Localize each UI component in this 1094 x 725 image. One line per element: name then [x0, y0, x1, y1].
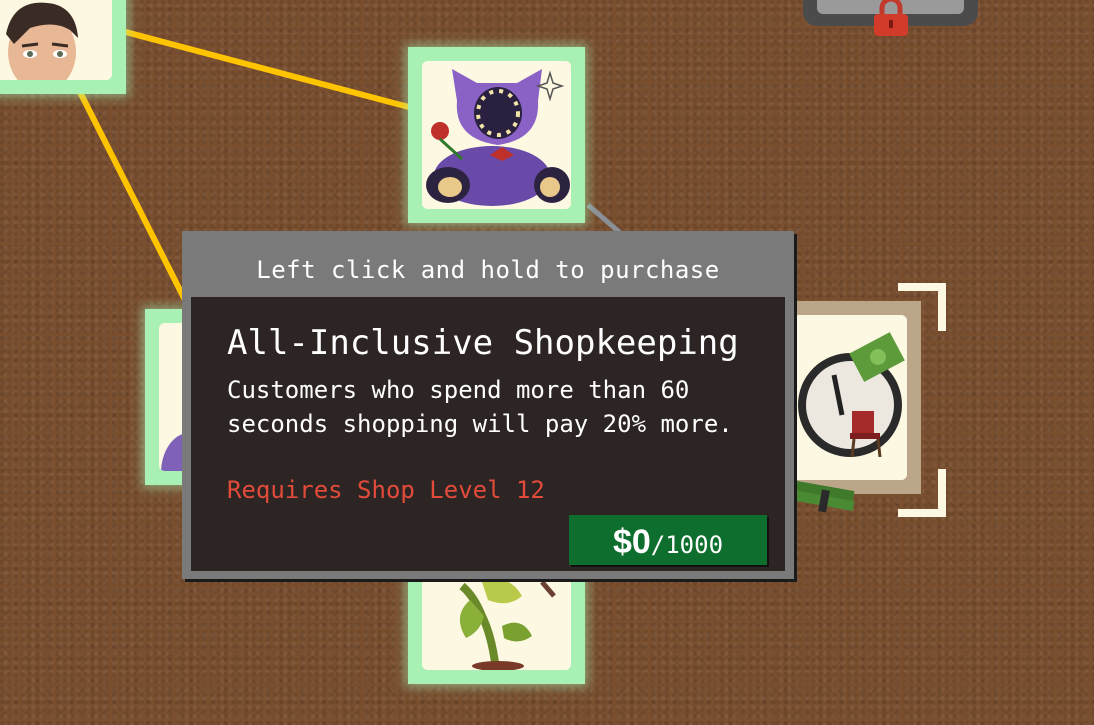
money-stack-icon — [795, 481, 855, 513]
man-face-icon — [0, 0, 112, 80]
purchase-button[interactable]: $0/1000 — [569, 515, 767, 565]
link-face-to-plush — [117, 27, 421, 113]
link-face-to-left-node — [77, 90, 193, 312]
lock-icon — [874, 0, 908, 36]
upgrade-cost: 1000 — [665, 531, 724, 559]
upgrade-title: All-Inclusive Shopkeeping — [227, 323, 739, 363]
price-separator: / — [650, 531, 666, 559]
tooltip-body: All-Inclusive Shopkeeping Customers who … — [191, 297, 785, 571]
current-money: $0 — [612, 523, 651, 561]
purchase-hint: Left click and hold to purchase — [256, 256, 720, 284]
selection-bracket-top — [898, 283, 946, 331]
skill-node-plush[interactable] — [408, 47, 585, 223]
clock-money-chair-icon — [790, 315, 907, 480]
skill-node-flytrap[interactable] — [408, 562, 585, 684]
upgrade-requirement: Requires Shop Level 12 — [227, 476, 545, 504]
upgrade-description: Customers who spend more than 60 seconds… — [227, 376, 733, 438]
purple-plush-toy-icon — [422, 61, 571, 209]
selection-bracket-bottom — [898, 469, 946, 517]
venus-flytrap-plant-icon — [422, 576, 571, 670]
purchase-tooltip: Left click and hold to purchase All-Incl… — [182, 231, 794, 579]
skill-node-face[interactable] — [0, 0, 126, 94]
